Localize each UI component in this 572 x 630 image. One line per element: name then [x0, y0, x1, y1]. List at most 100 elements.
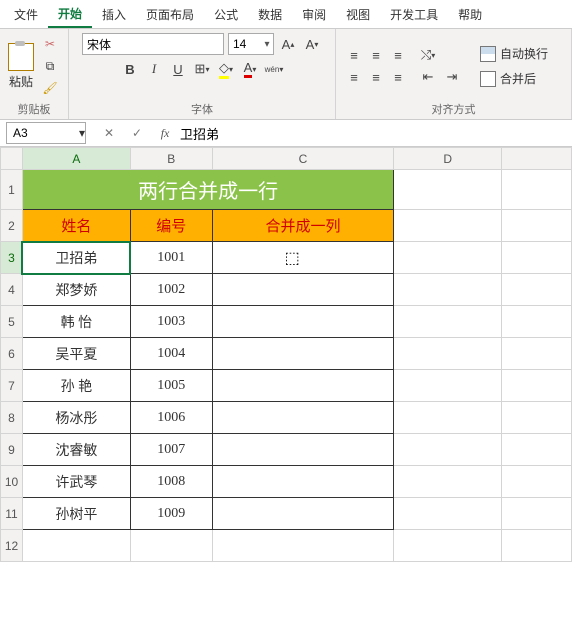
cell[interactable] — [502, 530, 572, 562]
indent-decrease-icon[interactable]: ⇤ — [418, 67, 438, 87]
row-header-3[interactable]: 3 — [1, 242, 23, 274]
font-size-input[interactable] — [229, 37, 261, 51]
cut-icon[interactable]: ✂ — [40, 34, 60, 54]
align-center-icon[interactable]: ≡ — [366, 67, 386, 87]
align-middle-icon[interactable]: ≡ — [366, 45, 386, 65]
cell[interactable] — [502, 338, 572, 370]
cell[interactable] — [502, 402, 572, 434]
tab-view[interactable]: 视图 — [336, 2, 380, 27]
cell[interactable] — [212, 274, 394, 306]
bold-button[interactable]: B — [120, 59, 140, 79]
cell[interactable] — [394, 434, 502, 466]
tab-insert[interactable]: 插入 — [92, 2, 136, 27]
cell[interactable] — [394, 498, 502, 530]
cell[interactable] — [212, 306, 394, 338]
font-color-button[interactable]: A▾ — [240, 59, 260, 79]
row-header-6[interactable]: 6 — [1, 338, 23, 370]
cell[interactable]: 1009 — [130, 498, 212, 530]
cell[interactable] — [212, 530, 394, 562]
col-header-c[interactable]: C — [212, 148, 394, 170]
cell[interactable]: 1002 — [130, 274, 212, 306]
cell[interactable] — [394, 210, 502, 242]
shrink-font-icon[interactable]: A▾ — [302, 34, 322, 54]
row-header-10[interactable]: 10 — [1, 466, 23, 498]
name-box-input[interactable] — [7, 126, 79, 140]
cancel-icon[interactable]: ✕ — [100, 124, 118, 142]
align-top-icon[interactable]: ≡ — [344, 45, 364, 65]
indent-increase-icon[interactable]: ⇥ — [442, 67, 462, 87]
col-header-a[interactable]: A — [22, 148, 130, 170]
cell[interactable]: 1005 — [130, 370, 212, 402]
cell[interactable] — [394, 530, 502, 562]
cell[interactable] — [502, 434, 572, 466]
tab-review[interactable]: 审阅 — [292, 2, 336, 27]
cell-a3[interactable]: 卫招弟 — [22, 242, 130, 274]
underline-button[interactable]: U — [168, 59, 188, 79]
tab-data[interactable]: 数据 — [248, 2, 292, 27]
grow-font-icon[interactable]: A▴ — [278, 34, 298, 54]
cell[interactable] — [502, 170, 572, 210]
cell[interactable]: 1004 — [130, 338, 212, 370]
cell[interactable] — [212, 498, 394, 530]
row-header-11[interactable]: 11 — [1, 498, 23, 530]
header-merge[interactable]: 合并成一列 — [212, 210, 394, 242]
cell[interactable]: 1007 — [130, 434, 212, 466]
cell[interactable] — [394, 466, 502, 498]
cell[interactable] — [130, 530, 212, 562]
paste-label[interactable]: 粘贴 — [9, 73, 33, 90]
row-header-9[interactable]: 9 — [1, 434, 23, 466]
cell[interactable] — [502, 370, 572, 402]
font-size-combo[interactable]: ▾ — [228, 33, 274, 55]
cell[interactable] — [394, 402, 502, 434]
col-header-d[interactable]: D — [394, 148, 502, 170]
formula-input[interactable] — [174, 126, 572, 141]
font-name-input[interactable] — [83, 37, 246, 51]
name-box[interactable]: ▾ — [6, 122, 86, 144]
cell[interactable]: 1008 — [130, 466, 212, 498]
cell[interactable] — [212, 434, 394, 466]
tab-layout[interactable]: 页面布局 — [136, 2, 204, 27]
chevron-down-icon[interactable]: ▾ — [79, 126, 85, 140]
confirm-icon[interactable]: ✓ — [128, 124, 146, 142]
phonetic-button[interactable]: wén▾ — [264, 59, 284, 79]
cell[interactable]: 1003 — [130, 306, 212, 338]
cell[interactable] — [502, 210, 572, 242]
cell[interactable]: 韩 怡 — [22, 306, 130, 338]
row-header-8[interactable]: 8 — [1, 402, 23, 434]
cell[interactable] — [394, 242, 502, 274]
cell[interactable]: 吴平夏 — [22, 338, 130, 370]
tab-formula[interactable]: 公式 — [204, 2, 248, 27]
cell[interactable]: 孙 艳 — [22, 370, 130, 402]
cell[interactable]: 杨冰彤 — [22, 402, 130, 434]
cell[interactable] — [502, 242, 572, 274]
cell[interactable] — [394, 170, 502, 210]
font-name-combo[interactable]: ▾ — [82, 33, 224, 55]
align-left-icon[interactable]: ≡ — [344, 67, 364, 87]
cell[interactable]: 郑梦娇 — [22, 274, 130, 306]
tab-home[interactable]: 开始 — [48, 1, 92, 28]
cell[interactable] — [394, 370, 502, 402]
tab-dev[interactable]: 开发工具 — [380, 2, 448, 27]
cell[interactable]: 孙树平 — [22, 498, 130, 530]
tab-file[interactable]: 文件 — [4, 2, 48, 27]
fx-icon[interactable]: fx — [156, 124, 174, 142]
cell[interactable] — [212, 338, 394, 370]
cell[interactable] — [394, 338, 502, 370]
row-header-7[interactable]: 7 — [1, 370, 23, 402]
cell[interactable] — [394, 274, 502, 306]
cell-b3[interactable]: 1001 — [130, 242, 212, 274]
fill-color-button[interactable]: ◇▾ — [216, 59, 236, 79]
col-header-b[interactable]: B — [130, 148, 212, 170]
title-cell[interactable]: 两行合并成一行 — [22, 170, 393, 210]
cell[interactable] — [212, 402, 394, 434]
sheet-grid[interactable]: A B C D 1 两行合并成一行 2 姓名 编号 合并成一列 3 卫招弟 10… — [0, 147, 572, 562]
cell-c3[interactable]: ⬚ — [212, 242, 394, 274]
header-id[interactable]: 编号 — [130, 210, 212, 242]
cell[interactable]: 许武琴 — [22, 466, 130, 498]
cell[interactable] — [394, 306, 502, 338]
align-bottom-icon[interactable]: ≡ — [388, 45, 408, 65]
select-all-corner[interactable] — [1, 148, 23, 170]
row-header-12[interactable]: 12 — [1, 530, 23, 562]
copy-icon[interactable]: ⧉ — [40, 56, 60, 76]
orientation-icon[interactable]: ⤭▾ — [418, 45, 438, 65]
